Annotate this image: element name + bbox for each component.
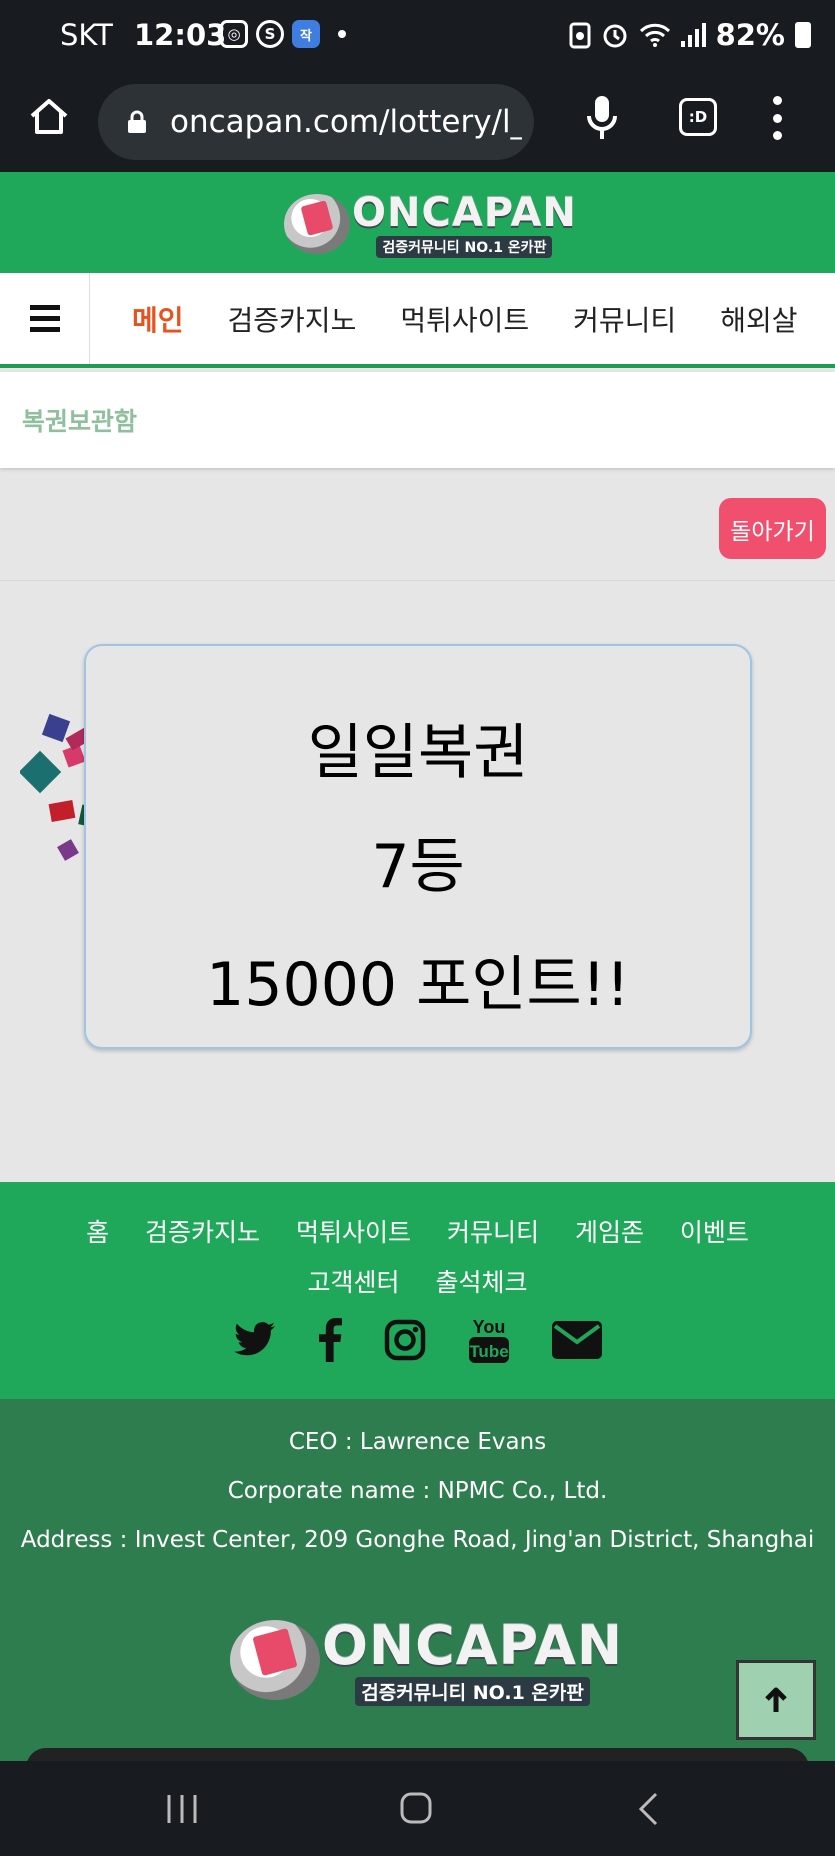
logo-chip-icon bbox=[284, 194, 350, 254]
youtube-icon-text-top: You bbox=[472, 1317, 505, 1337]
lock-icon bbox=[128, 110, 146, 133]
prize-rank: 7등 bbox=[371, 832, 465, 902]
footer-logo-chip-icon bbox=[230, 1620, 320, 1700]
lottery-name: 일일복권 bbox=[307, 718, 529, 788]
status-bar: SKT 12:03 ◎ S 작 82% bbox=[0, 0, 835, 72]
footer-nav-section: 홈 검증카지노 먹튀사이트 커뮤니티 게임존 이벤트 고객센터 출석체크 You… bbox=[0, 1182, 835, 1399]
recycle-icon bbox=[569, 22, 591, 49]
recent-apps-icon[interactable] bbox=[165, 1793, 199, 1825]
microphone-icon[interactable] bbox=[584, 94, 620, 142]
url-text[interactable]: oncapan.com/lottery/l_v bbox=[170, 104, 522, 140]
main-nav: 메인 검증카지노 먹튀사이트 커뮤니티 해외살 bbox=[0, 273, 835, 368]
footer-link-gamezone[interactable]: 게임존 bbox=[575, 1218, 644, 1247]
back-nav-icon[interactable] bbox=[636, 1791, 660, 1827]
home-icon[interactable] bbox=[26, 94, 72, 140]
nav-item-verified-casino[interactable]: 검증카지노 bbox=[228, 299, 357, 339]
nav-items: 메인 검증카지노 먹튀사이트 커뮤니티 해외살 bbox=[132, 299, 797, 339]
prize-points: 15000 포인트!! bbox=[206, 950, 630, 1020]
notification-icons: ◎ S 작 bbox=[220, 20, 346, 48]
wifi-icon bbox=[639, 23, 670, 47]
prize-card: 일일복권 7등 15000 포인트!! bbox=[84, 644, 752, 1049]
tab-switcher-button[interactable]: :D bbox=[679, 98, 717, 136]
youtube-icon-text-bottom: Tube bbox=[469, 1342, 508, 1361]
system-icons: 82% bbox=[569, 18, 811, 52]
logo-brand-text: ONCAPAN bbox=[352, 190, 577, 236]
footer-link-attendance[interactable]: 출석체크 bbox=[435, 1268, 527, 1297]
footer-link-community[interactable]: 커뮤니티 bbox=[447, 1218, 539, 1247]
home-nav-icon[interactable] bbox=[399, 1791, 433, 1825]
footer-link-event[interactable]: 이벤트 bbox=[680, 1218, 749, 1247]
instagram-icon[interactable] bbox=[384, 1319, 426, 1361]
news-notification-icon: 작 bbox=[292, 20, 320, 48]
browser-toolbar: oncapan.com/lottery/l_v :D bbox=[0, 72, 835, 172]
facebook-icon[interactable] bbox=[318, 1318, 342, 1362]
battery-percent: 82% bbox=[715, 18, 785, 52]
hamburger-menu-icon[interactable] bbox=[0, 273, 90, 364]
browser-menu-icon[interactable] bbox=[770, 96, 784, 140]
logo-tagline: 검증커뮤니티 NO.1 온카판 bbox=[376, 236, 553, 258]
page-title: 복권보관함 bbox=[22, 407, 138, 436]
site-logo[interactable]: ONCAPAN 검증커뮤니티 NO.1 온카판 bbox=[284, 190, 577, 258]
more-notifications-icon bbox=[338, 30, 346, 38]
scroll-to-top-button[interactable] bbox=[736, 1660, 816, 1740]
address-bar[interactable]: oncapan.com/lottery/l_v bbox=[98, 84, 534, 160]
footer-link-verified-casino[interactable]: 검증카지노 bbox=[145, 1218, 260, 1247]
carrier-label: SKT bbox=[60, 18, 113, 52]
footer-info-section: CEO : Lawrence Evans Corporate name : NP… bbox=[0, 1399, 835, 1761]
footer-nav: 홈 검증카지노 먹튀사이트 커뮤니티 게임존 이벤트 고객센터 출석체크 bbox=[0, 1208, 835, 1308]
system-navigation-bar bbox=[0, 1761, 835, 1856]
arrow-up-icon bbox=[765, 1687, 787, 1712]
twitter-icon[interactable] bbox=[233, 1322, 276, 1358]
app-notification-icon: S bbox=[256, 20, 284, 48]
mail-icon[interactable] bbox=[551, 1321, 602, 1359]
footer-logo-brand-text: ONCAPAN bbox=[322, 1614, 624, 1677]
footer-link-home[interactable]: 홈 bbox=[86, 1218, 109, 1247]
back-button[interactable]: 돌아가기 bbox=[719, 498, 826, 559]
battery-icon bbox=[795, 22, 811, 48]
footer-address: Address : Invest Center, 209 Gonghe Road… bbox=[20, 1527, 815, 1553]
breadcrumb: 복권보관함 bbox=[0, 372, 835, 468]
footer-link-support[interactable]: 고객센터 bbox=[308, 1268, 400, 1297]
nav-item-overseas[interactable]: 해외살 bbox=[720, 299, 797, 339]
nav-item-main[interactable]: 메인 bbox=[132, 299, 184, 339]
instagram-notification-icon: ◎ bbox=[220, 20, 248, 48]
site-header: ONCAPAN 검증커뮤니티 NO.1 온카판 bbox=[0, 172, 835, 273]
footer-link-scam-sites[interactable]: 먹튀사이트 bbox=[296, 1218, 411, 1247]
footer-logo-tagline: 검증커뮤니티 NO.1 온카판 bbox=[355, 1677, 590, 1706]
footer-ceo: CEO : Lawrence Evans bbox=[288, 1429, 547, 1455]
signal-icon bbox=[680, 23, 706, 47]
youtube-icon[interactable]: You Tube bbox=[468, 1316, 510, 1364]
alarm-icon bbox=[603, 24, 627, 48]
nav-item-scam-sites[interactable]: 먹튀사이트 bbox=[400, 299, 529, 339]
nav-item-community[interactable]: 커뮤니티 bbox=[573, 299, 676, 339]
clock: 12:03 bbox=[134, 18, 227, 52]
lottery-result-panel: 일일복권 7등 15000 포인트!! bbox=[0, 580, 835, 1182]
footer-logo: ONCAPAN 검증커뮤니티 NO.1 온카판 bbox=[230, 1614, 623, 1706]
footer-corp-name: Corporate name : NPMC Co., Ltd. bbox=[227, 1478, 608, 1504]
social-links: You Tube bbox=[0, 1316, 835, 1364]
